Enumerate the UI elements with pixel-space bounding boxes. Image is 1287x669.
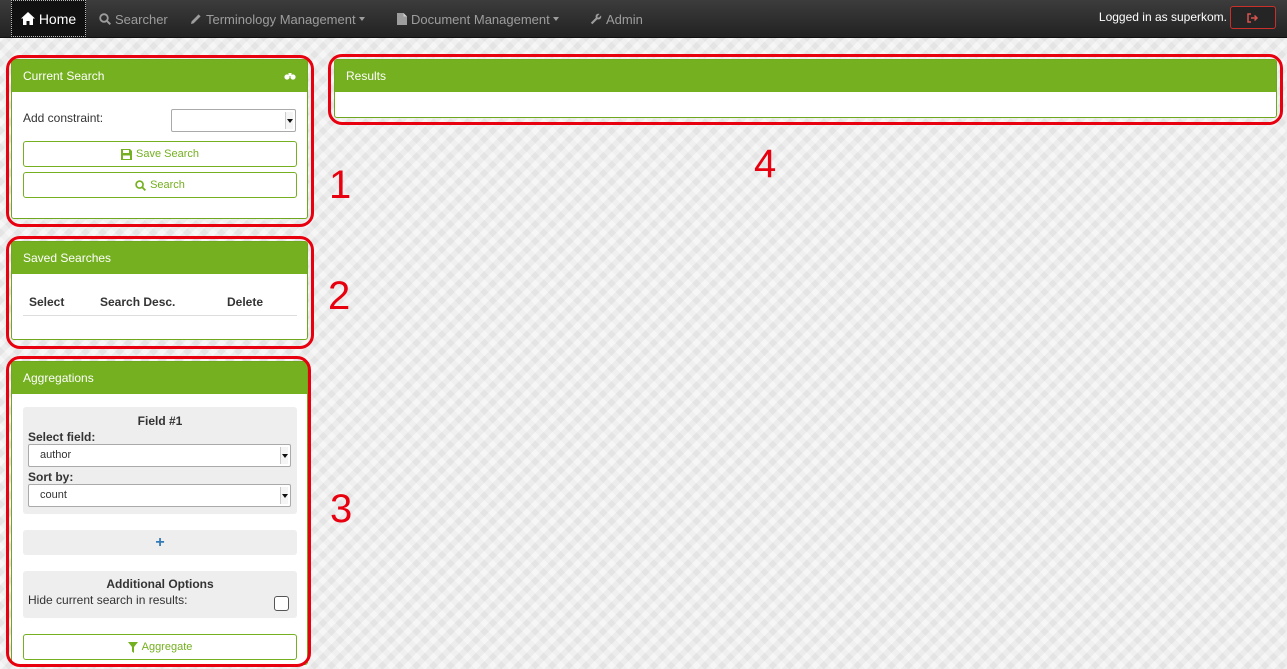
additional-options-heading: Additional Options — [106, 577, 214, 591]
file-icon — [397, 13, 407, 25]
top-navbar: Home Searcher Terminology Management Doc… — [0, 0, 1287, 38]
chevron-down-icon — [280, 447, 288, 464]
plus-icon: + — [155, 533, 165, 551]
aggregate-label: Aggregate — [141, 641, 193, 653]
chevron-down-icon — [358, 17, 365, 21]
annotation-number-3: 3 — [330, 487, 353, 531]
nav-admin[interactable]: Admin — [590, 0, 643, 38]
logout-icon — [1247, 12, 1259, 23]
aggregate-button[interactable]: Aggregate — [23, 634, 297, 660]
pencil-icon — [191, 14, 201, 24]
aggregations-heading: Aggregations — [12, 362, 307, 394]
save-search-label: Save Search — [136, 148, 199, 160]
nav-documents[interactable]: Document Management — [397, 0, 559, 38]
logged-in-status: Logged in as superkom. — [1098, 10, 1227, 24]
saved-searches-title: Saved Searches — [23, 251, 112, 265]
search-label: Search — [150, 179, 185, 191]
chevron-down-icon — [285, 112, 293, 129]
nav-admin-label: Admin — [606, 11, 643, 27]
sort-by-dropdown[interactable]: count — [28, 484, 291, 507]
add-constraint-select[interactable] — [171, 109, 296, 132]
select-field-value: author — [40, 449, 72, 461]
chevron-down-icon — [552, 17, 559, 21]
field-heading: Field #1 — [137, 414, 183, 428]
nav-home[interactable]: Home — [11, 0, 86, 37]
nav-terminology[interactable]: Terminology Management — [190, 0, 365, 38]
add-constraint-label: Add constraint: — [23, 111, 104, 125]
hide-current-search-label: Hide current search in results: — [28, 593, 188, 607]
table-divider — [23, 315, 297, 316]
current-search-heading: Current Search — [12, 60, 307, 92]
hide-current-search-checkbox[interactable] — [274, 596, 289, 611]
annotation-number-4: 4 — [754, 142, 777, 186]
additional-options-well: Additional Options Hide current search i… — [23, 571, 297, 618]
aggregations-title: Aggregations — [23, 371, 94, 385]
annotation-number-2: 2 — [328, 274, 351, 318]
nav-searcher-label: Searcher — [115, 11, 168, 27]
column-header-select[interactable]: Select — [29, 295, 64, 309]
logout-button[interactable] — [1230, 6, 1276, 29]
results-heading: Results — [335, 60, 1276, 92]
sort-by-value: count — [40, 489, 67, 501]
select-field-dropdown[interactable]: author — [28, 444, 291, 467]
filter-icon — [127, 641, 138, 653]
current-search-panel: Current Search Add constraint: Save Sear… — [11, 59, 308, 219]
search-icon — [99, 13, 111, 25]
search-icon — [135, 179, 147, 191]
aggregations-panel: Aggregations Field #1 Select field: auth… — [11, 361, 308, 665]
home-icon — [20, 12, 35, 25]
annotation-number-1: 1 — [329, 163, 352, 207]
results-panel: Results — [334, 59, 1277, 118]
add-field-button[interactable]: + — [23, 530, 297, 555]
column-header-search-desc[interactable]: Search Desc. — [100, 295, 175, 309]
field-1-well: Field #1 Select field: author Sort by: c… — [23, 407, 297, 514]
search-button[interactable]: Search — [23, 172, 297, 198]
nav-searcher[interactable]: Searcher — [99, 0, 168, 38]
save-search-button[interactable]: Save Search — [23, 141, 297, 167]
saved-searches-heading: Saved Searches — [12, 242, 307, 274]
floppy-disk-icon — [121, 148, 132, 160]
column-header-delete[interactable]: Delete — [227, 295, 263, 309]
nav-terminology-label: Terminology Management — [206, 11, 356, 27]
select-field-label: Select field: — [28, 430, 96, 444]
sort-by-label: Sort by: — [28, 470, 74, 484]
chevron-down-icon — [280, 487, 288, 504]
saved-searches-panel: Saved Searches Select Search Desc. Delet… — [11, 241, 308, 340]
current-search-title: Current Search — [23, 69, 105, 83]
wrench-icon — [590, 13, 602, 25]
binoculars-icon[interactable] — [284, 72, 296, 80]
nav-home-label: Home — [38, 10, 77, 27]
results-title: Results — [346, 69, 387, 83]
nav-documents-label: Document Management — [411, 11, 550, 27]
